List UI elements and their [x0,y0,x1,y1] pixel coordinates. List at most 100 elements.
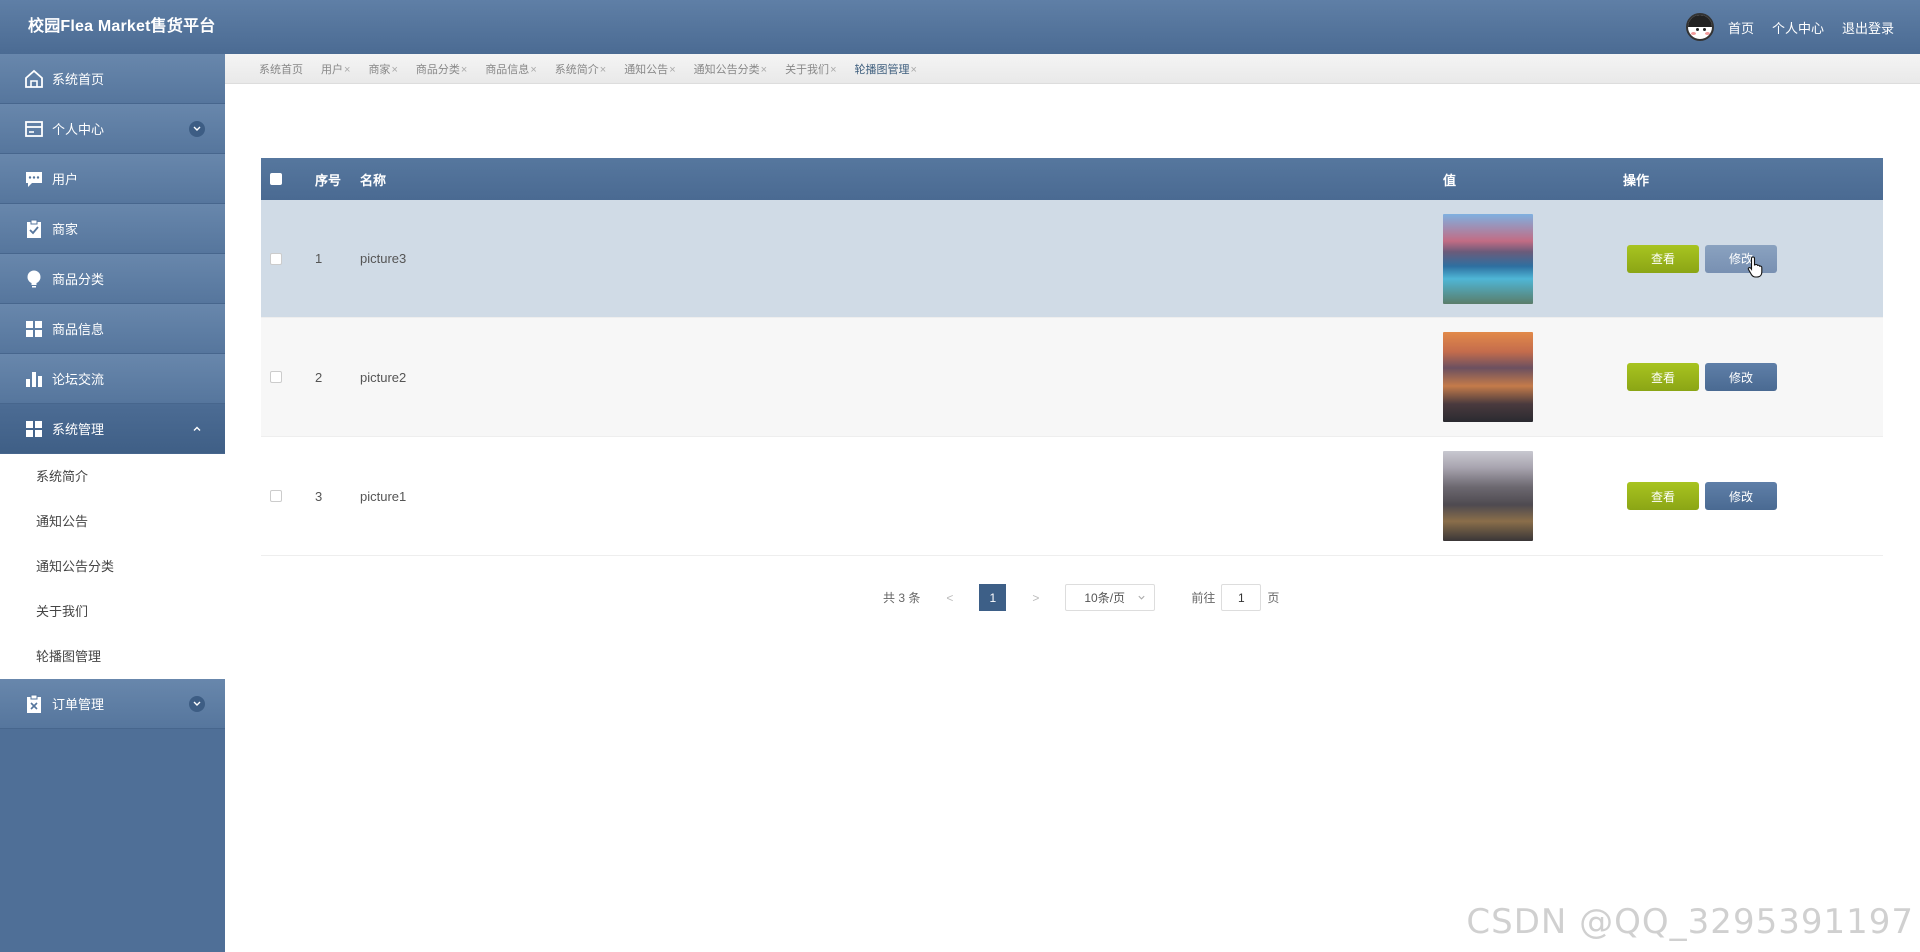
clipboard-x-icon [24,694,44,714]
next-page-button[interactable]: > [1032,591,1039,605]
edit-button[interactable]: 修改 [1705,363,1777,391]
submenu-item-carousel[interactable]: 轮播图管理 [0,634,225,679]
view-button[interactable]: 查看 [1627,363,1699,391]
column-header-value: 值 [1443,172,1457,188]
sidebar-item-orders[interactable]: 订单管理 [0,679,225,729]
chevron-down-icon[interactable] [189,121,205,137]
sidebar-item-users[interactable]: 用户 [0,154,225,204]
view-button[interactable]: 查看 [1627,244,1699,273]
close-icon[interactable]: × [530,64,536,76]
system-submenu: 系统简介 通知公告 通知公告分类 关于我们 轮播图管理 [0,454,225,679]
chevron-up-icon[interactable] [189,421,205,437]
table-header: 序号 名称 值 操作 [261,158,1883,200]
row-index: 2 [315,369,323,385]
tab-notice-category[interactable]: 通知公告分类× [694,61,767,77]
row-actions: 查看 修改 [1627,437,1777,555]
tab-carousel[interactable]: 轮播图管理× [855,61,917,77]
row-index: 1 [315,251,323,266]
sidebar-item-label: 商品信息 [52,322,105,337]
tab-merchants[interactable]: 商家× [368,61,397,77]
avatar[interactable] [1685,13,1714,41]
submenu-item-about[interactable]: 关于我们 [0,589,225,634]
row-index: 3 [315,488,323,504]
tab-intro[interactable]: 系统简介× [555,61,606,77]
header-link-logout[interactable]: 退出登录 [1842,18,1894,37]
close-icon[interactable]: × [761,64,767,76]
tab-users[interactable]: 用户× [321,61,350,77]
tab-categories[interactable]: 商品分类× [416,61,467,77]
clipboard-check-icon [24,219,44,239]
row-checkbox[interactable] [270,318,282,436]
close-icon[interactable]: × [344,64,350,76]
submenu-item-intro[interactable]: 系统简介 [0,454,225,499]
row-image[interactable] [1443,437,1533,555]
table-row: 3 picture1 查看 修改 [261,437,1883,556]
page-unit-label: 页 [1267,591,1280,605]
bulb-icon [24,269,44,289]
page-size-select[interactable]: 10条/页 [1065,584,1156,611]
tab-products[interactable]: 商品信息× [485,61,536,77]
close-icon[interactable]: × [830,64,836,76]
pagination: 共 3 条 < 1 > 10条/页 前往 页 [883,584,1279,611]
sidebar-item-products[interactable]: 商品信息 [0,304,225,354]
watermark: CSDN @QQ_3295391197 [1466,902,1914,942]
page-number-current[interactable]: 1 [979,584,1007,611]
row-name: picture3 [360,251,407,266]
close-icon[interactable]: × [391,64,397,76]
header-link-profile[interactable]: 个人中心 [1772,18,1824,37]
submenu-item-notice[interactable]: 通知公告 [0,499,225,544]
card-icon [24,119,44,139]
tab-about[interactable]: 关于我们× [785,61,836,77]
table-row: 1 picture3 查看 修改 [261,200,1883,318]
submenu-item-notice-category[interactable]: 通知公告分类 [0,544,225,589]
hand-cursor-icon [1747,256,1763,278]
chevron-down-icon[interactable] [189,696,205,712]
row-image[interactable] [1443,318,1533,436]
sidebar-item-profile[interactable]: 个人中心 [0,104,225,154]
header-link-home[interactable]: 首页 [1728,18,1754,37]
grid-icon [24,419,44,439]
sidebar-item-label: 订单管理 [52,697,105,712]
top-header: 校园Flea Market售货平台 首页 个人中心 退出登录 [0,0,1920,54]
column-header-name: 名称 [360,172,387,188]
row-name: picture1 [360,488,407,504]
sidebar-item-label: 用户 [52,172,79,187]
row-image[interactable] [1443,200,1533,317]
home-icon [24,69,44,89]
tab-notice[interactable]: 通知公告× [624,61,675,77]
app-title: 校园Flea Market售货平台 [28,18,216,35]
goto-page-input[interactable] [1221,584,1262,611]
sidebar-item-categories[interactable]: 商品分类 [0,254,225,304]
close-icon[interactable]: × [911,64,917,76]
row-checkbox[interactable] [270,437,282,555]
bar-chart-icon [24,369,44,389]
sidebar-item-home[interactable]: 系统首页 [0,54,225,104]
row-checkbox[interactable] [270,200,282,317]
sidebar-item-system[interactable]: 系统管理 [0,404,225,454]
chevron-down-icon [1137,591,1146,605]
sidebar-item-forum[interactable]: 论坛交流 [0,354,225,404]
close-icon[interactable]: × [669,64,675,76]
sidebar-item-label: 系统管理 [52,422,105,437]
header-right: 首页 个人中心 退出登录 [1685,0,1894,54]
prev-page-button[interactable]: < [946,591,953,605]
view-button[interactable]: 查看 [1627,482,1699,510]
edit-button[interactable]: 修改 [1705,482,1777,510]
row-actions: 查看 修改 [1627,318,1777,436]
edit-button[interactable]: 修改 [1705,244,1777,273]
close-icon[interactable]: × [461,64,467,76]
close-icon[interactable]: × [600,64,606,76]
select-all-checkbox[interactable] [270,158,282,200]
column-header-index: 序号 [315,172,342,188]
sidebar-item-label: 论坛交流 [52,372,105,387]
sidebar-item-label: 商家 [52,222,79,237]
tab-home[interactable]: 系统首页 [259,61,303,77]
chat-icon [24,169,44,189]
sidebar-item-merchants[interactable]: 商家 [0,204,225,254]
column-header-actions: 操作 [1623,172,1650,188]
table-row: 2 picture2 查看 修改 [261,318,1883,437]
tab-bar: 系统首页 用户× 商家× 商品分类× 商品信息× 系统简介× 通知公告× 通知公… [225,54,1920,84]
goto-label: 前往 [1191,591,1216,605]
grid-icon [24,319,44,339]
carousel-table: 序号 名称 值 操作 1 picture3 查看 修改 2 picture2 查… [261,158,1883,556]
